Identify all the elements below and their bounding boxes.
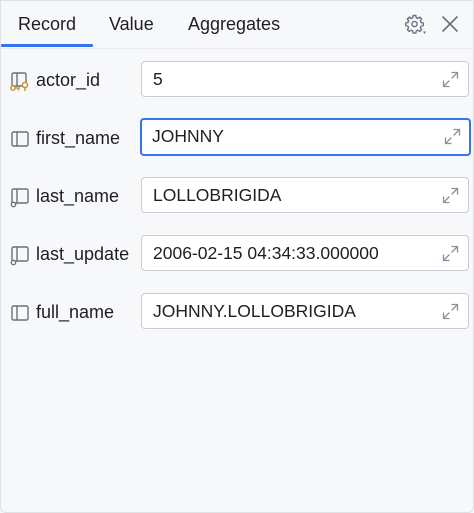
field-row-first-name: first_name JOHNNY [1,118,473,157]
expand-icon[interactable] [441,244,460,263]
active-tab-indicator [1,44,93,47]
field-label: actor_id [36,70,101,90]
field-row-actor-id: actor_id 5 [1,61,473,99]
close-icon[interactable] [438,12,462,36]
field-label: full_name [36,302,115,322]
expand-icon[interactable] [441,302,460,321]
column-icon [9,128,31,150]
value-field-last-update[interactable]: 2006-02-15 04:34:33.000000 [141,235,469,271]
record-panel: Record Value Aggregates actor_id 5 first… [0,0,474,513]
field-label: last_name [36,186,120,206]
value-field-actor-id[interactable]: 5 [141,61,469,97]
field-value[interactable]: JOHNNY [152,119,224,153]
expand-icon[interactable] [443,127,462,146]
field-value[interactable]: 2006-02-15 04:34:33.000000 [153,236,379,270]
column-not-null-icon [9,186,31,208]
tab-aggregates[interactable]: Aggregates [188,1,280,48]
field-row-last-update: last_update 2006-02-15 04:34:33.000000 [1,235,473,273]
value-field-first-name[interactable]: JOHNNY [140,118,471,156]
column-icon [9,302,31,324]
column-not-null-icon [9,244,31,266]
gear-icon[interactable] [403,12,427,36]
field-row-full-name: full_name JOHNNY.LOLLOBRIGIDA [1,293,473,331]
field-value[interactable]: 5 [153,62,163,96]
expand-icon[interactable] [441,186,460,205]
field-value[interactable]: JOHNNY.LOLLOBRIGIDA [153,294,356,328]
field-row-last-name: last_name LOLLOBRIGIDA [1,177,473,215]
value-field-last-name[interactable]: LOLLOBRIGIDA [141,177,469,213]
value-field-full-name[interactable]: JOHNNY.LOLLOBRIGIDA [141,293,469,329]
field-value[interactable]: LOLLOBRIGIDA [153,178,281,212]
tab-bar: Record Value Aggregates [1,1,473,49]
primary-key-column-icon [9,70,31,92]
tab-record[interactable]: Record [18,1,76,48]
field-label: first_name [36,128,121,148]
field-label: last_update [36,244,130,264]
expand-icon[interactable] [441,70,460,89]
tab-value[interactable]: Value [109,1,154,48]
